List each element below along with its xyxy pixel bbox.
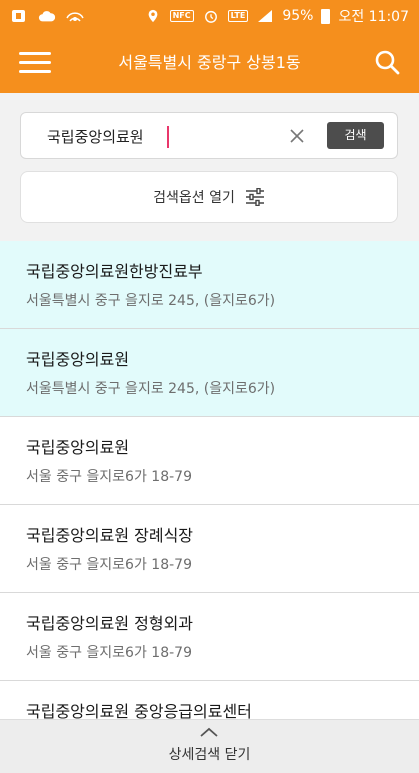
hamburger-menu-icon[interactable] [19,52,51,74]
search-icon[interactable] [373,48,401,76]
alarm-icon [204,10,217,23]
result-address: 서울 중구 을지로6가 18-79 [26,469,192,485]
result-name: 국립중앙의료원 장례식장 [26,526,194,545]
result-address: 서울 중구 을지로6가 18-79 [26,645,192,661]
result-address: 서울 중구 을지로6가 18-79 [26,557,192,573]
search-options-label: 검색옵션 열기 [153,190,235,206]
result-row[interactable]: 국립중앙의료원 서울 중구 을지로6가 18-79 [0,417,419,505]
cloud-icon [38,11,56,22]
result-row[interactable]: 국립중앙의료원 장례식장 서울 중구 을지로6가 18-79 [0,505,419,593]
status-bar: NFC LTE 95% 오전 11:07 [0,0,419,32]
results-list: 국립중앙의료원한방진료부 서울특별시 중구 을지로 245, (을지로6가) 국… [0,241,419,719]
result-name: 국립중앙의료원 중앙응급의료센터 [26,702,252,719]
result-name: 국립중앙의료원 정형외과 [26,614,194,633]
close-detail-search-label: 상세검색 닫기 [168,747,251,763]
result-row[interactable]: 국립중앙의료원한방진료부 서울특별시 중구 을지로 245, (을지로6가) [0,241,419,329]
lte-icon: LTE [227,10,249,22]
close-icon[interactable] [287,126,307,146]
result-row[interactable]: 국립중앙의료원 서울특별시 중구 을지로 245, (을지로6가) [0,329,419,417]
battery-icon [321,8,331,24]
result-name: 국립중앙의료원 [26,438,130,457]
notification-app-icon [12,10,25,22]
nfc-icon: NFC [169,10,194,22]
search-panel: 검색 검색옵션 열기 [0,93,419,241]
chevron-up-icon [200,727,218,737]
result-name: 국립중앙의료원한방진료부 [26,262,203,281]
location-icon [148,9,157,23]
signal-icon [258,10,273,22]
wifi-hotspot-icon [66,12,84,22]
sliders-icon [245,188,264,206]
search-options-button[interactable]: 검색옵션 열기 [20,171,398,223]
location-title: 서울특별시 중랑구 상봉1동 [118,53,301,72]
result-address: 서울특별시 중구 을지로 245, (을지로6가) [26,381,276,397]
result-address: 서울특별시 중구 을지로 245, (을지로6가) [26,293,276,309]
search-box: 검색 [20,112,398,159]
result-row[interactable]: 국립중앙의료원 정형외과 서울 중구 을지로6가 18-79 [0,593,419,681]
clock: 오전 11:07 [338,9,409,25]
search-input[interactable] [47,123,277,149]
result-name: 국립중앙의료원 [26,350,130,369]
text-caret [167,126,169,148]
result-row[interactable]: 국립중앙의료원 중앙응급의료센터 [0,681,419,719]
search-button[interactable]: 검색 [327,122,384,149]
app-header: 서울특별시 중랑구 상봉1동 [0,32,419,93]
battery-percent: 95% [282,8,314,24]
close-detail-search-button[interactable]: 상세검색 닫기 [0,719,419,773]
